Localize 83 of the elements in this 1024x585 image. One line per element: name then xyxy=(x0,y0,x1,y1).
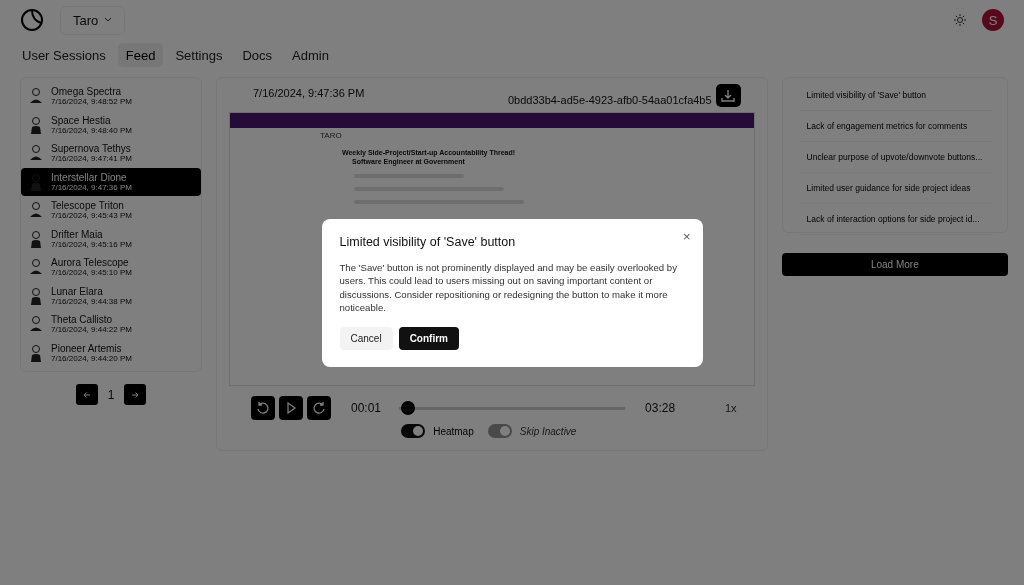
session-timestamp: 7/16/2024, 9:47:36 PM xyxy=(253,87,365,99)
confirm-button[interactable]: Confirm xyxy=(398,326,459,350)
session-item[interactable]: Pioneer Artemis 7/16/2024, 9:44:20 PM xyxy=(21,338,201,367)
issue-item[interactable]: Limited user guidance for side project ideas xyxy=(798,173,993,204)
toggle-label: Heatmap xyxy=(433,425,474,437)
session-name: Theta Callisto xyxy=(51,314,114,326)
rewind-button[interactable] xyxy=(251,396,275,420)
arrow-right-icon xyxy=(131,390,140,399)
session-time: 7/16/2024, 9:45:43 PM xyxy=(51,211,132,221)
avatar-icon xyxy=(29,115,43,134)
session-item[interactable]: Lunar Elara 7/16/2024, 9:44:38 PM xyxy=(21,281,201,310)
session-time: 7/16/2024, 9:48:40 PM xyxy=(51,125,132,135)
session-item[interactable]: Telescope Triton 7/16/2024, 9:45:43 PM xyxy=(21,196,201,225)
user-avatar[interactable]: S xyxy=(982,9,1004,31)
workspace-dropdown[interactable]: Taro xyxy=(60,5,126,35)
session-name: Supernova Tethys xyxy=(51,143,132,155)
session-time: 7/16/2024, 9:45:10 PM xyxy=(51,268,132,278)
session-time: 7/16/2024, 9:47:41 PM xyxy=(51,154,132,164)
session-id: 0bdd33b4-ad5e-4923-afb0-54aa01cfa4b5 xyxy=(507,94,712,107)
session-time: 7/16/2024, 9:48:52 PM xyxy=(51,97,132,107)
issue-item[interactable]: Unclear purpose of upvote/downvote buttons... xyxy=(798,142,993,173)
download-icon xyxy=(721,88,736,103)
issue-item[interactable]: Lack of engagement metrics for comments xyxy=(798,111,993,142)
session-name: Interstellar Dione xyxy=(51,171,128,183)
session-name: Telescope Triton xyxy=(51,200,125,212)
cancel-button[interactable]: Cancel xyxy=(339,326,393,350)
issue-item[interactable]: Limited visibility of 'Save' button xyxy=(798,80,993,111)
forward-button[interactable] xyxy=(307,396,331,420)
nav-tab[interactable]: Admin xyxy=(284,43,337,67)
download-button[interactable] xyxy=(715,84,741,107)
session-time: 7/16/2024, 9:44:20 PM xyxy=(51,353,132,363)
load-more-button[interactable]: Load More xyxy=(781,253,1008,276)
duration: 03:28 xyxy=(645,401,676,415)
nav-tab[interactable]: User Sessions xyxy=(14,43,114,67)
session-item[interactable]: Supernova Tethys 7/16/2024, 9:47:41 PM xyxy=(21,139,201,168)
sun-icon[interactable] xyxy=(954,14,966,26)
nav-tab[interactable]: Docs xyxy=(234,43,281,67)
play-icon xyxy=(285,402,297,414)
rotate-left-icon xyxy=(256,401,270,415)
dialog-message: The 'Save' button is not prominently displayed and may be easily overlooked by users. This could lead to users missing out on saving important content or discussions. Consider repositioning or redesigning the button to make it more noticeable. xyxy=(339,260,678,315)
session-item[interactable]: Interstellar Dione 7/16/2024, 9:47:36 PM xyxy=(21,167,201,196)
avatar-icon xyxy=(29,144,43,163)
close-button[interactable]: × xyxy=(682,228,691,244)
avatar-icon xyxy=(29,258,43,277)
session-name: Lunar Elara xyxy=(51,285,104,297)
nav-tab[interactable]: Feed xyxy=(117,43,164,67)
session-item[interactable]: Space Hestia 7/16/2024, 9:48:40 PM xyxy=(21,110,201,139)
rotate-right-icon xyxy=(312,401,326,415)
chevron-icon xyxy=(104,17,113,23)
next-button[interactable] xyxy=(124,384,147,405)
session-name: Aurora Telescope xyxy=(51,257,130,269)
site-logo: TARO xyxy=(320,131,342,140)
avatar-icon xyxy=(29,87,43,106)
toggle-label: Skip Inactive xyxy=(519,425,577,437)
avatar-icon xyxy=(29,315,43,334)
avatar-icon xyxy=(29,343,43,362)
timeline-thumb[interactable] xyxy=(401,401,416,415)
dialog-title: Limited visibility of 'Save' button xyxy=(339,234,517,249)
logo-icon xyxy=(20,8,44,32)
session-time: 7/16/2024, 9:45:16 PM xyxy=(51,239,132,249)
avatar-icon xyxy=(29,201,43,220)
play-button[interactable] xyxy=(279,396,303,420)
nav-tab[interactable]: Settings xyxy=(167,43,231,67)
session-time: 7/16/2024, 9:44:38 PM xyxy=(51,296,132,306)
session-name: Drifter Maia xyxy=(51,228,104,240)
session-name: Space Hestia xyxy=(51,114,112,126)
toggle-switch[interactable] xyxy=(401,424,426,438)
arrow-left-icon xyxy=(82,390,91,399)
page-number: 1 xyxy=(107,387,115,402)
previous-button[interactable] xyxy=(75,384,98,405)
avatar-icon xyxy=(29,229,43,248)
speed-select[interactable]: 1x xyxy=(719,401,743,415)
session-time: 7/16/2024, 9:44:22 PM xyxy=(51,325,132,335)
session-item[interactable]: Omega Spectra 7/16/2024, 9:48:52 PM xyxy=(21,82,201,111)
avatar-icon xyxy=(29,286,43,305)
session-name: Pioneer Artemis xyxy=(51,342,123,354)
session-item[interactable]: Theta Callisto 7/16/2024, 9:44:22 PM xyxy=(21,310,201,339)
current-time: 00:01 xyxy=(351,401,382,415)
session-name: Omega Spectra xyxy=(51,86,123,98)
session-item[interactable]: Aurora Telescope 7/16/2024, 9:45:10 PM xyxy=(21,253,201,282)
issue-item[interactable]: Lack of interaction options for side project id... xyxy=(798,204,993,235)
session-time: 7/16/2024, 9:47:36 PM xyxy=(51,182,132,192)
session-item[interactable]: Drifter Maia 7/16/2024, 9:45:16 PM xyxy=(21,224,201,253)
